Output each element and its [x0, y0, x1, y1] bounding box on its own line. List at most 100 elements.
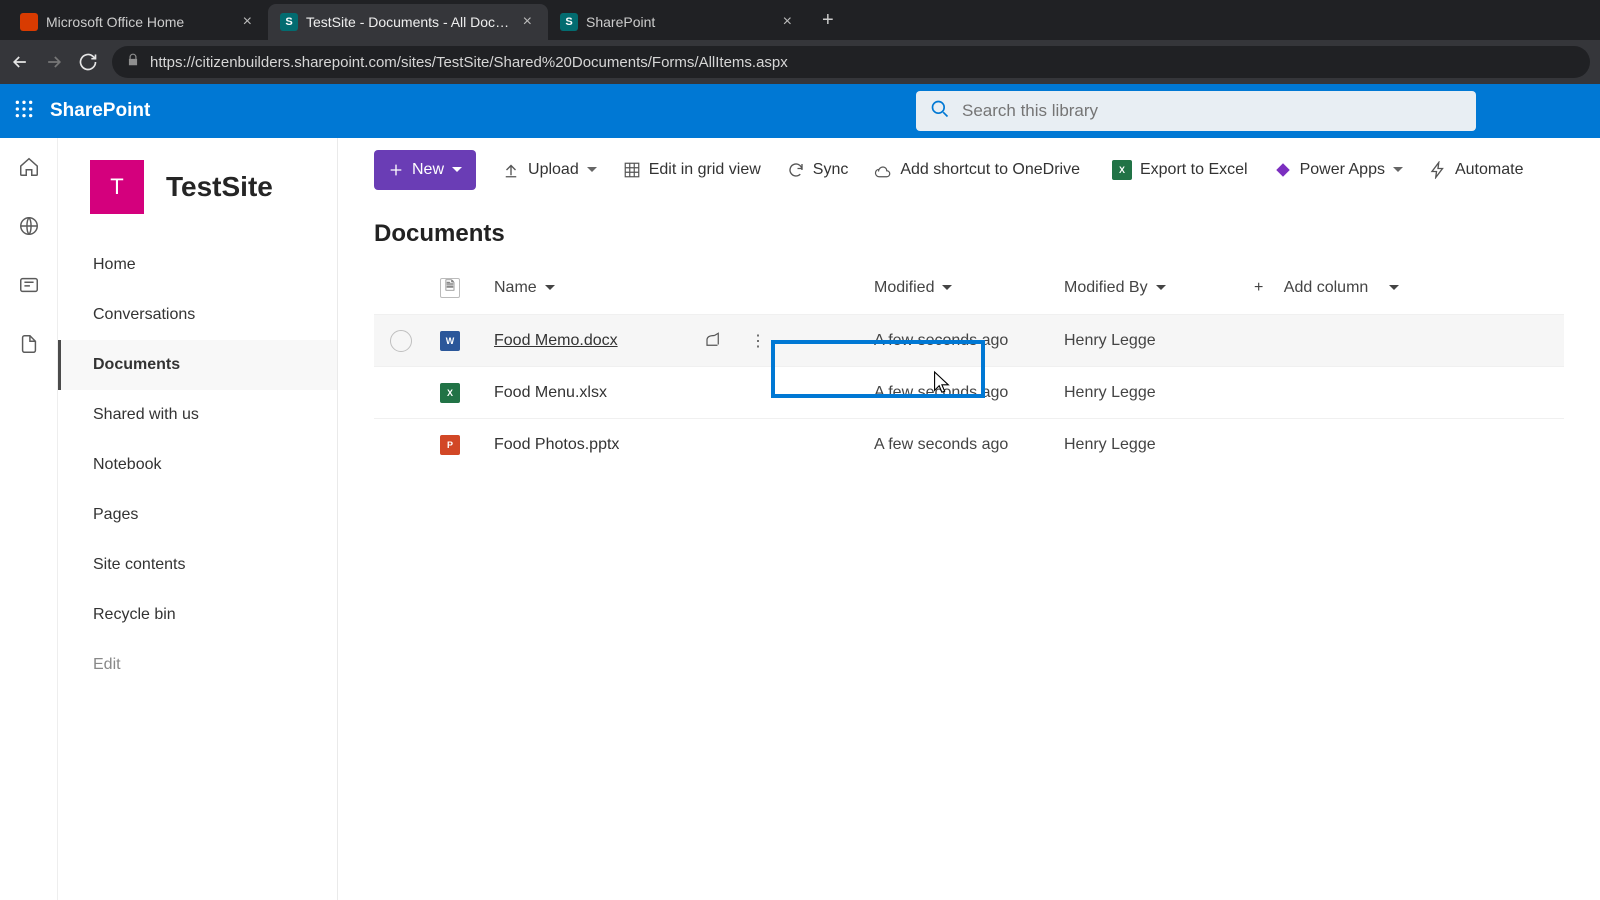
edit-grid-label: Edit in grid view	[649, 161, 761, 179]
app-launcher-icon[interactable]	[14, 99, 34, 124]
modified-cell: A few seconds ago	[874, 332, 1064, 350]
browser-tab-strip: Microsoft Office Home × S TestSite - Doc…	[0, 0, 1600, 40]
browser-tab[interactable]: Microsoft Office Home ×	[8, 4, 268, 40]
column-modified-by-label: Modified By	[1064, 279, 1148, 297]
export-excel-label: Export to Excel	[1140, 161, 1248, 179]
nav-edit[interactable]: Edit	[58, 640, 337, 690]
close-icon[interactable]: ×	[779, 13, 796, 31]
modified-by-cell: Henry Legge	[1064, 436, 1254, 454]
browser-address-bar: https://citizenbuilders.sharepoint.com/s…	[0, 40, 1600, 84]
automate-button[interactable]: Automate	[1429, 161, 1523, 179]
site-title[interactable]: TestSite	[166, 171, 273, 203]
content-area: New Upload Edit in grid view Sync Add sh…	[338, 138, 1600, 900]
chevron-down-icon	[1156, 279, 1166, 297]
modified-cell: A few seconds ago	[874, 384, 1064, 402]
modified-cell: A few seconds ago	[874, 436, 1064, 454]
document-table: 🗎 Name Modified Modified By + Add column…	[338, 262, 1600, 470]
site-logo[interactable]: T	[90, 160, 144, 214]
powerpoint-icon: P	[440, 435, 460, 455]
new-tab-button[interactable]: +	[808, 1, 848, 40]
tab-favicon	[20, 13, 38, 31]
nav-notebook[interactable]: Notebook	[58, 440, 337, 490]
nav-site-contents[interactable]: Site contents	[58, 540, 337, 590]
excel-icon: X	[1112, 160, 1132, 180]
new-button-label: New	[412, 161, 444, 179]
nav-conversations[interactable]: Conversations	[58, 290, 337, 340]
nav-shared-with-us[interactable]: Shared with us	[58, 390, 337, 440]
column-name[interactable]: Name	[494, 279, 874, 297]
column-modified[interactable]: Modified	[874, 279, 1064, 297]
file-link[interactable]: Food Menu.xlsx	[494, 384, 607, 401]
tab-favicon: S	[280, 13, 298, 31]
sync-button[interactable]: Sync	[787, 161, 849, 179]
chevron-down-icon	[452, 161, 462, 179]
table-row[interactable]: X Food Menu.xlsx A few seconds ago Henry…	[374, 366, 1564, 418]
files-icon[interactable]	[18, 333, 40, 360]
select-row-toggle[interactable]	[390, 330, 412, 352]
chevron-down-icon	[545, 279, 555, 297]
lock-icon	[126, 53, 140, 71]
add-shortcut-button[interactable]: Add shortcut to OneDrive	[874, 161, 1080, 179]
forward-button[interactable]	[44, 52, 64, 72]
column-name-label: Name	[494, 279, 537, 297]
brand-label[interactable]: SharePoint	[50, 100, 150, 122]
column-modified-by[interactable]: Modified By	[1064, 279, 1254, 297]
search-icon	[930, 99, 950, 124]
file-link[interactable]: Food Memo.docx	[494, 332, 618, 349]
address-field[interactable]: https://citizenbuilders.sharepoint.com/s…	[112, 46, 1590, 78]
nav-recycle-bin[interactable]: Recycle bin	[58, 590, 337, 640]
column-modified-label: Modified	[874, 279, 934, 297]
reload-button[interactable]	[78, 52, 98, 72]
home-icon[interactable]	[18, 156, 40, 183]
back-button[interactable]	[10, 52, 30, 72]
browser-tab[interactable]: S TestSite - Documents - All Docum ×	[268, 4, 548, 40]
tab-favicon: S	[560, 13, 578, 31]
sync-label: Sync	[813, 161, 849, 179]
table-row[interactable]: W Food Memo.docx A few seconds ago Henry…	[374, 314, 1564, 366]
file-link[interactable]: Food Photos.pptx	[494, 436, 619, 453]
automate-label: Automate	[1455, 161, 1523, 179]
power-apps-button[interactable]: Power Apps	[1274, 161, 1403, 179]
chevron-down-icon	[1389, 279, 1399, 297]
app-rail	[0, 138, 58, 900]
add-column-button[interactable]: + Add column	[1254, 279, 1474, 297]
chevron-down-icon	[1393, 161, 1403, 179]
upload-label: Upload	[528, 161, 579, 179]
nav-home[interactable]: Home	[58, 240, 337, 290]
modified-by-cell: Henry Legge	[1064, 384, 1254, 402]
excel-icon: X	[440, 383, 460, 403]
modified-by-cell: Henry Legge	[1064, 332, 1254, 350]
chevron-down-icon	[942, 279, 952, 297]
tab-label: TestSite - Documents - All Docum	[306, 14, 511, 30]
search-input[interactable]	[962, 101, 1462, 121]
globe-icon[interactable]	[18, 215, 40, 242]
tab-label: SharePoint	[586, 14, 771, 30]
export-excel-button[interactable]: X Export to Excel	[1106, 160, 1248, 180]
nav-documents[interactable]: Documents	[58, 340, 337, 390]
more-actions-icon[interactable]: ⋮	[750, 331, 768, 354]
file-icon: 🗎	[440, 278, 460, 298]
nav-pages[interactable]: Pages	[58, 490, 337, 540]
new-button[interactable]: New	[374, 150, 476, 190]
left-nav: T TestSite Home Conversations Documents …	[58, 138, 338, 900]
share-icon[interactable]	[704, 331, 722, 354]
site-header: T TestSite	[58, 138, 337, 240]
command-bar: New Upload Edit in grid view Sync Add sh…	[338, 138, 1600, 198]
table-row[interactable]: P Food Photos.pptx A few seconds ago Hen…	[374, 418, 1564, 470]
chevron-down-icon	[587, 161, 597, 179]
power-apps-label: Power Apps	[1300, 161, 1385, 179]
plus-icon: +	[1254, 279, 1263, 297]
word-icon: W	[440, 331, 460, 351]
column-file-type[interactable]: 🗎	[434, 278, 494, 298]
edit-grid-button[interactable]: Edit in grid view	[623, 161, 761, 179]
close-icon[interactable]: ×	[239, 13, 256, 31]
add-shortcut-label: Add shortcut to OneDrive	[900, 161, 1080, 179]
add-column-label: Add column	[1284, 279, 1369, 297]
upload-button[interactable]: Upload	[502, 161, 597, 179]
browser-tab[interactable]: S SharePoint ×	[548, 4, 808, 40]
tab-label: Microsoft Office Home	[46, 14, 231, 30]
suite-bar: SharePoint	[0, 84, 1600, 138]
news-icon[interactable]	[18, 274, 40, 301]
search-box[interactable]	[916, 91, 1476, 131]
close-icon[interactable]: ×	[519, 13, 536, 31]
